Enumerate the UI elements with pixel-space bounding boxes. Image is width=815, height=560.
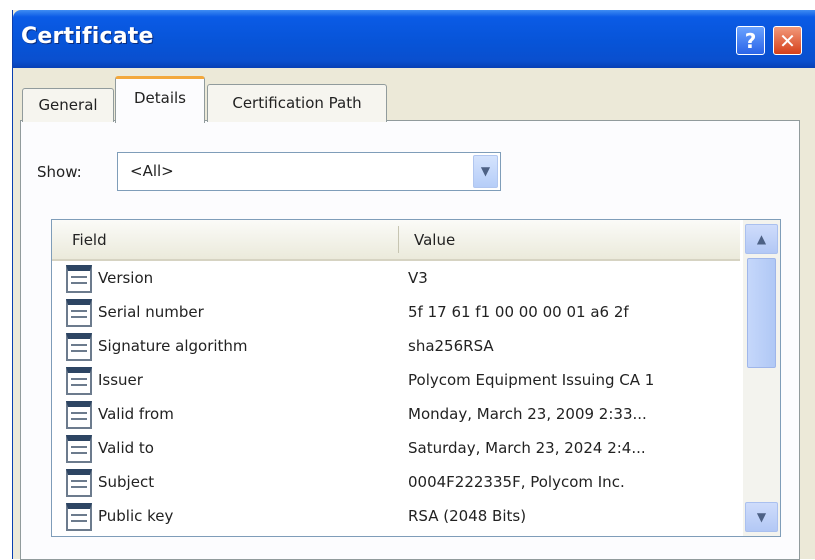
list-header: Field Value bbox=[52, 220, 740, 261]
show-dropdown[interactable]: <All> ▼ bbox=[117, 152, 501, 191]
field-value: Saturday, March 23, 2024 2:4... bbox=[408, 439, 646, 457]
certificate-field-icon bbox=[66, 333, 92, 361]
tab-general[interactable]: General bbox=[22, 88, 114, 122]
close-button[interactable]: ✕ bbox=[773, 26, 802, 55]
field-name: Valid from bbox=[98, 405, 174, 423]
list-item[interactable]: Serial number 5f 17 61 f1 00 00 00 01 a6… bbox=[52, 296, 740, 330]
tab-details[interactable]: Details bbox=[115, 76, 205, 123]
certificate-field-icon bbox=[66, 299, 92, 327]
certificate-field-icon bbox=[66, 435, 92, 463]
help-button[interactable]: ? bbox=[736, 26, 765, 55]
window-title: Certificate bbox=[21, 24, 154, 49]
list-item[interactable]: Public key RSA (2048 Bits) bbox=[52, 500, 740, 534]
list-item[interactable]: Valid to Saturday, March 23, 2024 2:4... bbox=[52, 432, 740, 466]
details-list: Field Value Version V3 Serial number 5f … bbox=[51, 219, 781, 537]
show-label: Show: bbox=[37, 163, 82, 181]
vertical-scrollbar[interactable]: ▲ ▼ bbox=[743, 220, 780, 536]
chevron-down-icon[interactable]: ▼ bbox=[745, 502, 778, 532]
field-name: Valid to bbox=[98, 439, 154, 457]
tab-certification-path[interactable]: Certification Path bbox=[207, 84, 387, 122]
certificate-field-icon bbox=[66, 367, 92, 395]
show-selected-value: <All> bbox=[130, 162, 174, 180]
field-name: Subject bbox=[98, 473, 155, 491]
list-rows: Version V3 Serial number 5f 17 61 f1 00 … bbox=[52, 262, 740, 534]
field-value: sha256RSA bbox=[408, 337, 494, 355]
field-value: Polycom Equipment Issuing CA 1 bbox=[408, 371, 655, 389]
field-name: Serial number bbox=[98, 303, 204, 321]
field-name: Version bbox=[98, 269, 154, 287]
certificate-field-icon bbox=[66, 503, 92, 531]
column-header-value[interactable]: Value bbox=[414, 231, 455, 249]
field-value: 5f 17 61 f1 00 00 00 01 a6 2f bbox=[408, 303, 629, 321]
certificate-field-icon bbox=[66, 401, 92, 429]
list-item[interactable]: Signature algorithm sha256RSA bbox=[52, 330, 740, 364]
list-item[interactable]: Subject 0004F222335F, Polycom Inc. bbox=[52, 466, 740, 500]
chevron-down-icon[interactable]: ▼ bbox=[473, 155, 498, 188]
field-value: 0004F222335F, Polycom Inc. bbox=[408, 473, 625, 491]
chevron-up-icon[interactable]: ▲ bbox=[745, 224, 778, 254]
list-item[interactable]: Version V3 bbox=[52, 262, 740, 296]
certificate-field-icon bbox=[66, 469, 92, 497]
list-item[interactable]: Issuer Polycom Equipment Issuing CA 1 bbox=[52, 364, 740, 398]
field-value: Monday, March 23, 2009 2:33... bbox=[408, 405, 647, 423]
field-name: Signature algorithm bbox=[98, 337, 248, 355]
scrollbar-thumb[interactable] bbox=[747, 258, 776, 368]
list-item[interactable]: Valid from Monday, March 23, 2009 2:33..… bbox=[52, 398, 740, 432]
column-divider[interactable] bbox=[398, 226, 399, 253]
certificate-field-icon bbox=[66, 265, 92, 293]
field-name: Public key bbox=[98, 507, 174, 525]
column-header-field[interactable]: Field bbox=[72, 231, 107, 249]
field-name: Issuer bbox=[98, 371, 143, 389]
field-value: RSA (2048 Bits) bbox=[408, 507, 527, 525]
title-bar[interactable]: Certificate ? ✕ bbox=[13, 10, 815, 68]
field-value: V3 bbox=[408, 269, 428, 287]
